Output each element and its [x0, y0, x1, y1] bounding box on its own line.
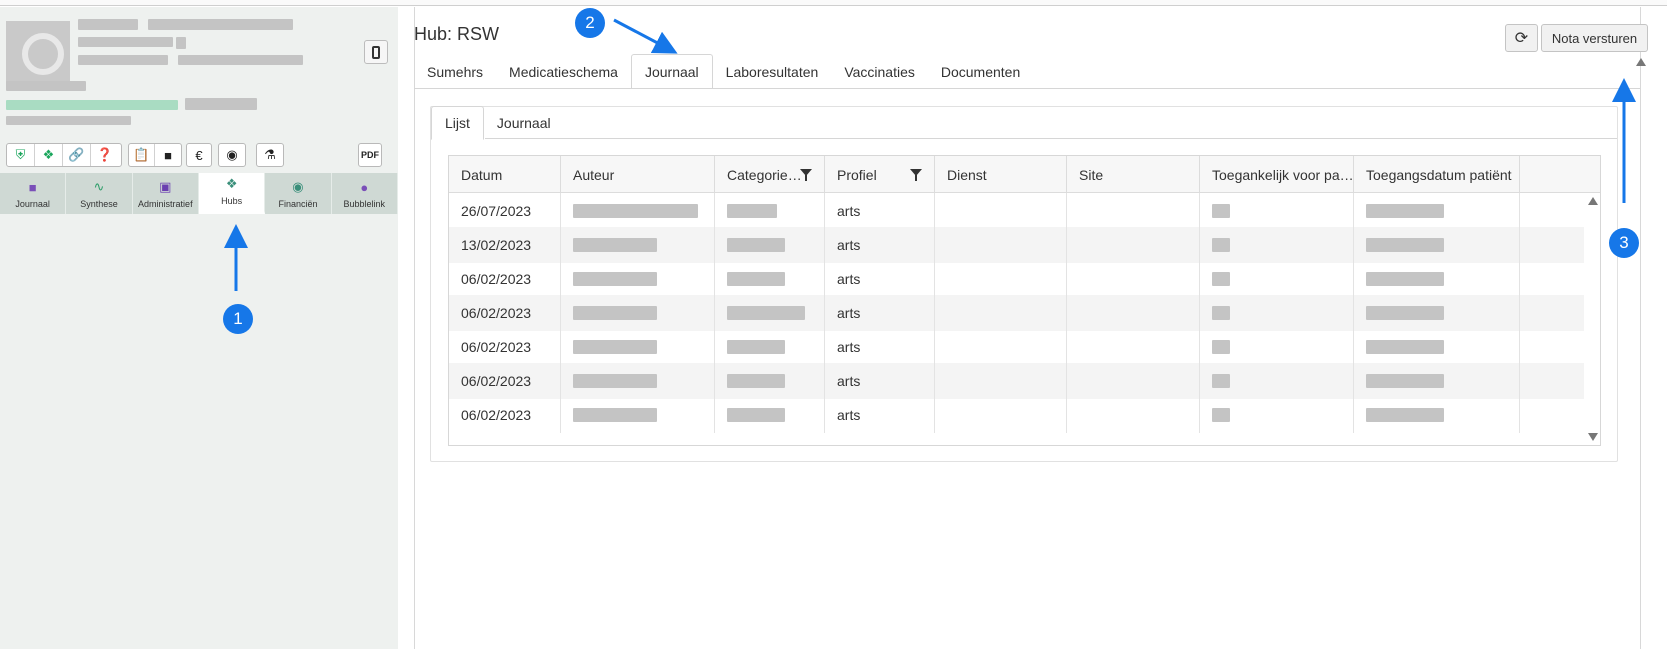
annotation-badge-2: 2	[575, 8, 605, 38]
annotation-badge-1: 1	[223, 304, 253, 334]
annotation-badge-3: 3	[1609, 228, 1639, 258]
annotation-arrow-2	[613, 18, 678, 54]
app-window: ⛨ ❖ 🔗 ❓ 📋 ■ € ◉ ⚗ PDF ■ Journaal ∿ Synthese…	[0, 0, 1667, 649]
